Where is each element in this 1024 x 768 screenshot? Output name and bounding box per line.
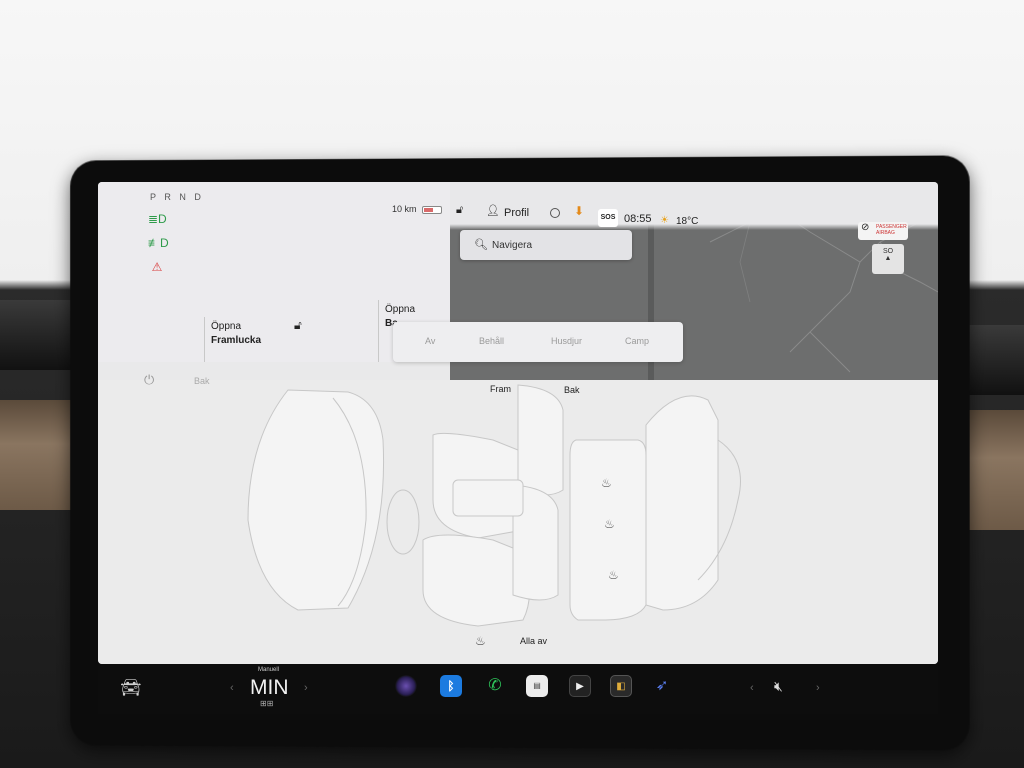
frunk-label-line1: Öppna: [211, 321, 242, 332]
temp-decrease-chevron-icon[interactable]: ‹: [230, 682, 234, 694]
rear-seats-label: Bak: [564, 385, 580, 395]
mode-keep-button[interactable]: Behåll: [479, 336, 504, 346]
profile-icon[interactable]: 👤︎: [486, 204, 500, 217]
phone-icon[interactable]: ✆: [484, 675, 506, 697]
lock-icon[interactable]: 🔓︎: [456, 204, 463, 217]
all-off-button[interactable]: Alla av: [520, 636, 547, 646]
mode-camp-button[interactable]: Camp: [625, 336, 649, 346]
bluetooth-icon[interactable]: ᛒ: [440, 675, 462, 697]
navigate-search-input[interactable]: 🔍︎ Navigera: [460, 230, 632, 260]
sos-button[interactable]: SOS: [598, 209, 618, 227]
passenger-airbag-indicator: ⊘ PASSENGER AIRBAG: [858, 222, 908, 240]
gear-indicator: P R N D: [150, 192, 204, 202]
navigation-icon[interactable]: ➶: [651, 675, 673, 697]
rear-right-seat-heat-icon[interactable]: ♨: [608, 568, 619, 582]
frunk-label-line2: Framlucka: [211, 335, 262, 346]
car-icon[interactable]: 🚘︎: [120, 678, 142, 698]
volume-decrease-chevron-icon[interactable]: ‹: [750, 682, 754, 694]
camera-icon[interactable]: [395, 675, 417, 697]
seatbelt-warning-icon: ⚠: [151, 260, 163, 274]
volume-increase-chevron-icon[interactable]: ›: [816, 682, 820, 694]
media-icon[interactable]: ▶: [569, 675, 591, 697]
touchscreen: P R N D ≣D ≢D ⚠ 10 km Öppna Framlucka 🔓︎…: [98, 182, 938, 664]
airbag-text: PASSENGER AIRBAG: [876, 224, 907, 236]
sun-icon: ☀: [660, 215, 669, 226]
compass-arrow-icon: ▲: [884, 255, 892, 262]
calendar-icon[interactable]: ▤: [526, 675, 548, 697]
seat-climate-icon[interactable]: ⊞⊞: [260, 699, 273, 708]
toybox-icon[interactable]: ◧: [610, 675, 632, 697]
climate-mode-label: Manuell: [258, 667, 280, 673]
compass-heading: SO: [882, 248, 894, 255]
volume-muted-icon[interactable]: 🔇︎: [774, 678, 783, 695]
clock: 08:55: [624, 213, 652, 225]
compass-button[interactable]: SO ▲: [872, 244, 904, 274]
search-icon: 🔍︎: [474, 239, 488, 251]
trunk-label-line1: Öppna: [385, 304, 416, 315]
outside-temperature: 18°C: [676, 216, 699, 227]
rear-left-seat-heat-icon[interactable]: ♨: [601, 476, 612, 490]
unlock-icon[interactable]: 🔓︎: [294, 318, 302, 333]
download-icon[interactable]: ⬇: [574, 204, 584, 218]
cabin-temperature[interactable]: MIN: [250, 676, 289, 700]
rear-heater-toggle-label[interactable]: Bak: [194, 376, 210, 386]
profile-button[interactable]: Profil: [504, 207, 529, 219]
mode-dog-button[interactable]: Husdjur: [551, 336, 582, 346]
fog-light-icon: ≢D: [148, 236, 169, 250]
range-readout: 10 km: [392, 204, 417, 214]
navigate-placeholder: Navigera: [492, 240, 533, 251]
airbag-off-icon: ⊘: [861, 222, 870, 233]
power-icon[interactable]: ⏻: [144, 372, 154, 388]
battery-icon: [422, 206, 442, 214]
cabin-illustration: [247, 384, 741, 627]
sentry-icon[interactable]: [550, 208, 560, 218]
temp-increase-chevron-icon[interactable]: ›: [304, 682, 308, 694]
low-beam-icon: ≣D: [148, 212, 167, 226]
climate-mode-strip: Av Behåll Husdjur Camp: [393, 322, 683, 362]
bottom-taskbar: 🚘︎ ‹ Manuell MIN ⊞⊞ › ᛒ ✆ ▤ ▶ ◧ ➶ ‹ 🔇︎ ›: [98, 664, 938, 714]
open-frunk-button[interactable]: Öppna Framlucka: [204, 317, 304, 362]
mode-off-button[interactable]: Av: [425, 336, 435, 346]
front-seats-label: Fram: [490, 384, 511, 394]
all-off-heat-icon[interactable]: ♨: [475, 634, 486, 648]
rear-center-seat-heat-icon[interactable]: ♨: [604, 517, 615, 531]
